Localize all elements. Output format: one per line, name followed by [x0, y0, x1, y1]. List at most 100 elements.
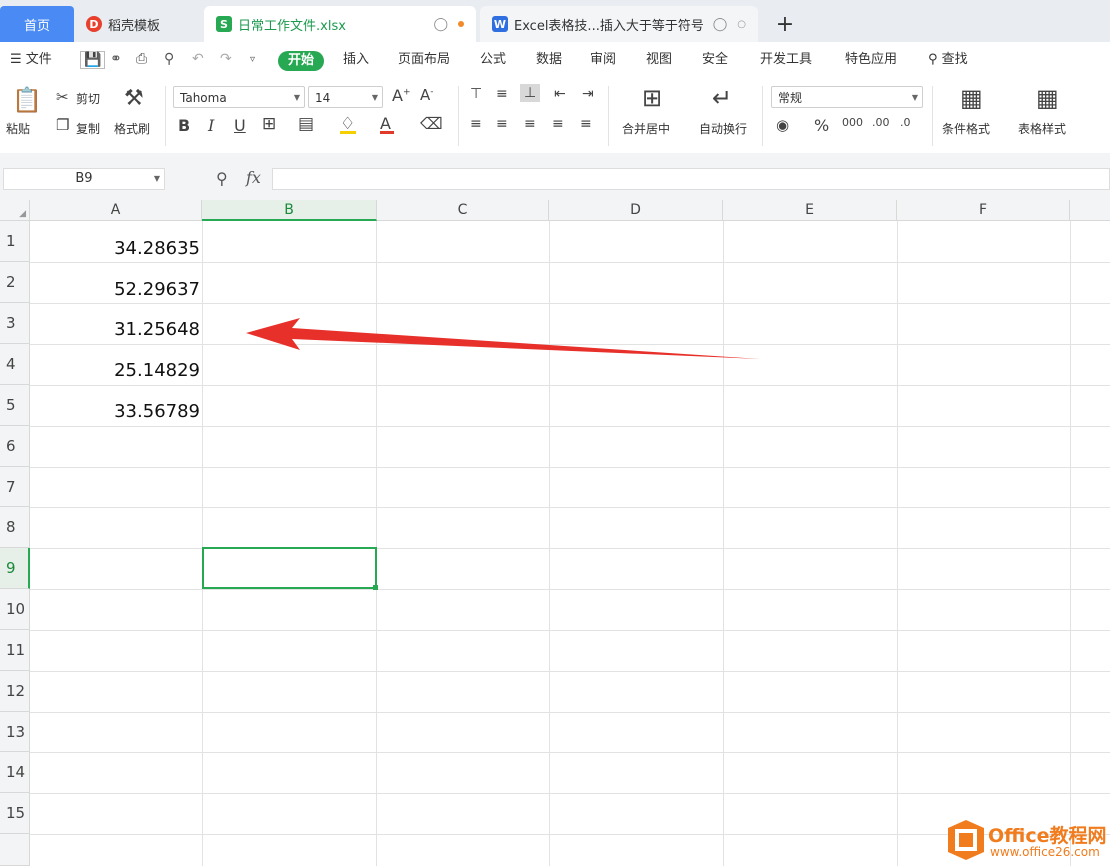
comment-icon[interactable]: ◯ [433, 17, 448, 32]
align-bottom-icon[interactable]: ⊥ [520, 84, 541, 102]
menu-data[interactable]: 数据 [536, 42, 562, 78]
align-right-icon[interactable]: ≡ [524, 116, 536, 132]
merge-center-button[interactable]: 合并居中 [622, 120, 670, 137]
border-icon[interactable]: ⊞ [262, 114, 276, 134]
format-painter-icon[interactable]: ⚒ [124, 86, 144, 111]
tab-home[interactable]: 首页 [0, 6, 74, 42]
currency-icon[interactable]: ◉ [776, 116, 789, 134]
distributed-icon[interactable]: ≡ [580, 116, 592, 132]
copy-icon[interactable]: ❐ [56, 116, 69, 134]
selected-cell-b9[interactable] [202, 547, 377, 589]
scissors-icon[interactable]: ✂ [56, 88, 69, 106]
row-header-16[interactable] [0, 834, 30, 866]
increase-decimal-icon[interactable]: .00 [872, 116, 890, 129]
row-header-9[interactable]: 9 [0, 548, 30, 589]
menu-page-layout[interactable]: 页面布局 [398, 42, 450, 78]
menu-home[interactable]: 开始 [278, 51, 325, 71]
table-style-button[interactable]: 表格样式 [1018, 120, 1066, 137]
increase-font-icon[interactable]: A+ [392, 86, 411, 105]
cell-a3[interactable]: 31.25648 [30, 319, 200, 340]
name-box[interactable]: B9 ▼ [3, 168, 165, 190]
bold-icon[interactable]: B [178, 116, 190, 135]
formula-input[interactable] [272, 168, 1110, 190]
column-header-d[interactable]: D [549, 200, 723, 221]
row-header-10[interactable]: 10 [0, 589, 30, 630]
row-header-2[interactable]: 2 [0, 262, 30, 303]
cell-a4[interactable]: 25.14829 [30, 360, 200, 381]
print-preview-icon[interactable]: ⚲ [164, 51, 174, 67]
menu-view[interactable]: 视图 [646, 42, 672, 78]
menu-review[interactable]: 审阅 [590, 42, 616, 78]
wrap-text-icon[interactable]: ↵ [712, 84, 732, 112]
increase-indent-icon[interactable]: ⇥ [582, 86, 594, 102]
close-icon[interactable]: ○ [737, 19, 746, 30]
column-header-c[interactable]: C [377, 200, 549, 221]
row-header-8[interactable]: 8 [0, 507, 30, 548]
menu-formulas[interactable]: 公式 [480, 42, 506, 78]
tab-document-2[interactable]: W Excel表格技...插入大于等于符号 ◯ ○ [480, 6, 758, 42]
decrease-font-icon[interactable]: A- [420, 86, 434, 104]
menu-features[interactable]: 特色应用 [845, 42, 897, 78]
row-header-14[interactable]: 14 [0, 752, 30, 793]
clear-format-icon[interactable]: ⌫ [420, 114, 443, 133]
row-header-12[interactable]: 12 [0, 671, 30, 712]
merge-center-icon[interactable]: ⊞ [642, 84, 662, 112]
justify-icon[interactable]: ≡ [552, 116, 564, 132]
wrap-text-button[interactable]: 自动换行 [699, 120, 747, 137]
row-header-1[interactable]: 1 [0, 221, 30, 262]
paste-icon[interactable]: 📋 [12, 86, 42, 114]
paste-button[interactable]: 粘贴 [6, 120, 30, 137]
fill-pattern-icon[interactable]: ▤ [298, 114, 314, 134]
fill-handle[interactable] [373, 585, 378, 590]
align-middle-icon[interactable]: ≡ [496, 86, 508, 102]
share-icon[interactable]: ⚭ [110, 51, 122, 67]
cell-a5[interactable]: 33.56789 [30, 401, 200, 422]
thousands-separator-icon[interactable]: 000 [842, 116, 863, 129]
row-header-11[interactable]: 11 [0, 630, 30, 671]
file-menu[interactable]: ☰ 文件 [10, 42, 52, 78]
table-style-icon[interactable]: ▦ [1036, 84, 1059, 112]
customize-icon[interactable]: ▿ [250, 54, 255, 65]
align-left-icon[interactable]: ≡ [470, 116, 482, 132]
column-header-e[interactable]: E [723, 200, 897, 221]
number-format-select[interactable]: 常规 ▼ [771, 86, 923, 108]
row-header-3[interactable]: 3 [0, 303, 30, 344]
menu-security[interactable]: 安全 [702, 42, 728, 78]
comment-icon[interactable]: ◯ [713, 17, 728, 32]
underline-icon[interactable]: U [234, 116, 246, 135]
copy-button[interactable]: 复制 [76, 120, 100, 137]
font-name-select[interactable]: Tahoma ▼ [173, 86, 305, 108]
row-header-6[interactable]: 6 [0, 426, 30, 467]
select-all-corner[interactable]: ◢ [0, 200, 30, 221]
cell-a2[interactable]: 52.29637 [30, 279, 200, 300]
font-color-icon[interactable]: A [380, 114, 394, 134]
tab-document-active[interactable]: S 日常工作文件.xlsx ◯ [204, 6, 476, 42]
save-icon[interactable]: 💾 [80, 51, 106, 69]
font-size-select[interactable]: 14 ▼ [308, 86, 383, 108]
cell-a1[interactable]: 34.28635 [30, 238, 200, 259]
conditional-format-button[interactable]: 条件格式 [942, 120, 990, 137]
cut-button[interactable]: 剪切 [76, 90, 100, 107]
column-header-b[interactable]: B [202, 200, 377, 221]
format-painter-button[interactable]: 格式刷 [114, 120, 150, 137]
column-header-f[interactable]: F [897, 200, 1070, 221]
column-header-a[interactable]: A [30, 200, 202, 221]
align-center-icon[interactable]: ≡ [496, 116, 508, 132]
conditional-format-icon[interactable]: ▦ [960, 84, 983, 112]
print-icon[interactable]: ⎙ [136, 51, 147, 67]
undo-icon[interactable]: ↶ [192, 51, 204, 67]
row-header-7[interactable]: 7 [0, 467, 30, 507]
row-header-4[interactable]: 4 [0, 344, 30, 385]
percent-icon[interactable]: % [814, 116, 829, 135]
zoom-icon[interactable]: ⚲ [216, 169, 228, 188]
row-header-13[interactable]: 13 [0, 712, 30, 752]
fill-color-icon[interactable]: ♢ [340, 114, 356, 134]
tab-templates[interactable]: D 稻壳模板 [74, 6, 200, 42]
decrease-decimal-icon[interactable]: .0 [900, 116, 911, 129]
add-tab-button[interactable]: + [770, 6, 800, 42]
row-header-15[interactable]: 15 [0, 793, 30, 834]
italic-icon[interactable]: I [208, 116, 214, 135]
function-icon[interactable]: fx [246, 168, 261, 187]
row-header-5[interactable]: 5 [0, 385, 30, 426]
align-top-icon[interactable]: ⊤ [470, 86, 482, 102]
